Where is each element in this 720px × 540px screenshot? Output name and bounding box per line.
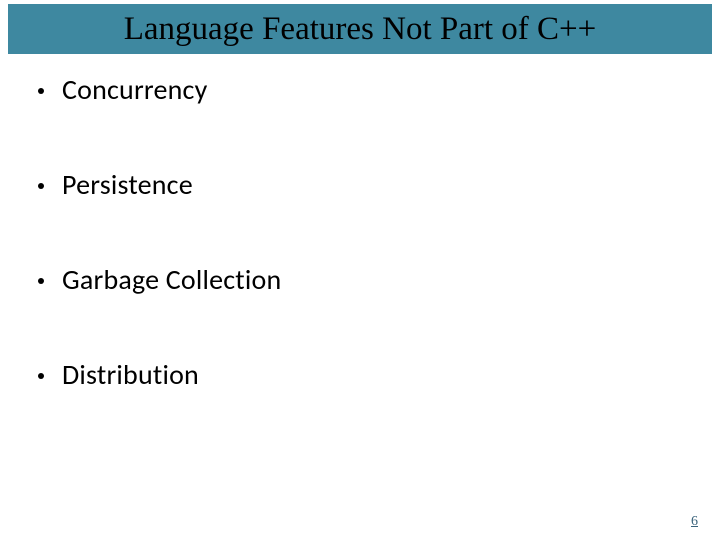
bullet-item: Persistence	[38, 167, 720, 202]
bullet-text: Concurrency	[62, 72, 207, 107]
content-area: Concurrency Persistence Garbage Collecti…	[0, 54, 720, 392]
bullet-item: Garbage Collection	[38, 262, 720, 297]
bullet-text: Garbage Collection	[62, 262, 281, 297]
bullet-icon	[38, 88, 44, 94]
bullet-icon	[38, 373, 44, 379]
bullet-item: Distribution	[38, 357, 720, 392]
bullet-text: Distribution	[62, 357, 199, 392]
slide-title: Language Features Not Part of C++	[124, 11, 597, 48]
page-number: 6	[691, 514, 698, 530]
title-bar: Language Features Not Part of C++	[8, 4, 712, 54]
bullet-icon	[38, 278, 44, 284]
bullet-item: Concurrency	[38, 72, 720, 107]
bullet-icon	[38, 183, 44, 189]
bullet-text: Persistence	[62, 167, 193, 202]
